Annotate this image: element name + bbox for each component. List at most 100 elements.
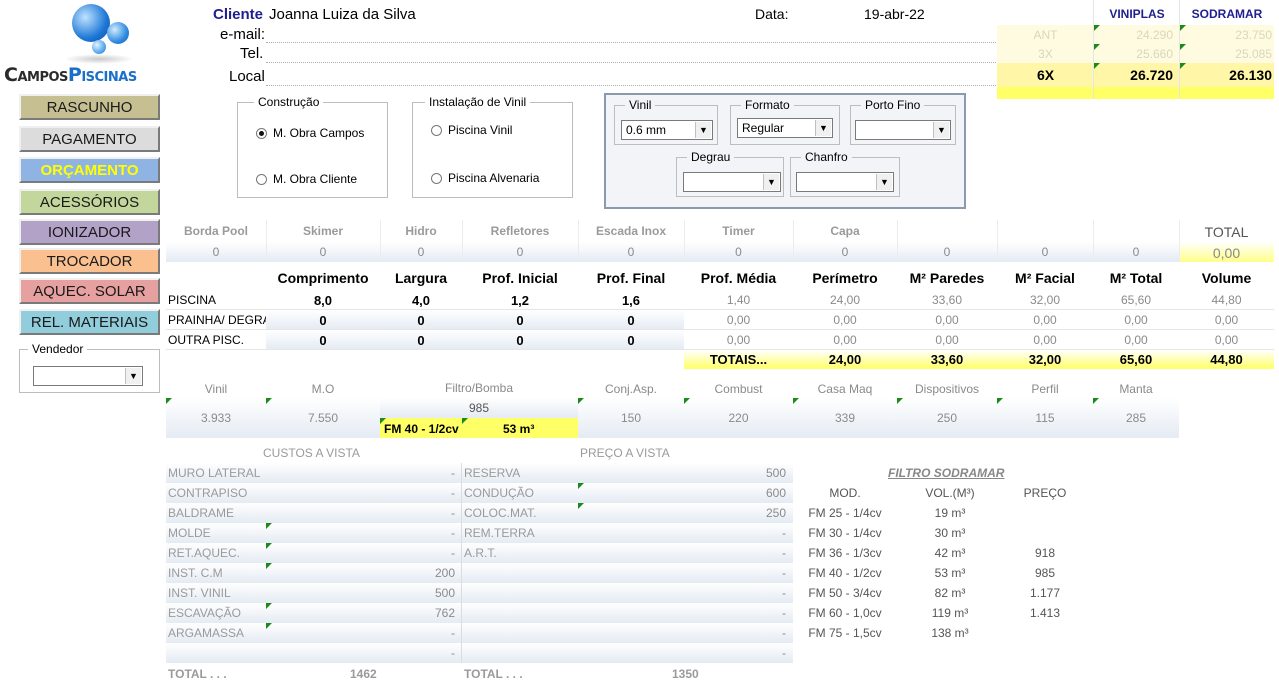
data-value[interactable]: 19-abr-22: [864, 6, 925, 22]
radio-obra-cliente[interactable]: M. Obra Cliente: [256, 172, 357, 186]
dim-cell-outra-pisc-prof-final[interactable]: 0: [578, 330, 684, 350]
dim-cell-piscina-largura[interactable]: 4,0: [380, 290, 462, 310]
filtro-cell: 918: [1034, 546, 1056, 560]
total-perimetro: 24,00: [828, 352, 862, 367]
radio-piscina-vinil[interactable]: Piscina Vinil: [431, 123, 512, 137]
custo-value[interactable]: 200: [266, 566, 455, 580]
custo-label: RET.AQUEC.: [168, 546, 241, 560]
custo-value[interactable]: -: [266, 486, 455, 500]
acc-value-timer[interactable]: 0: [684, 242, 793, 262]
preco-value[interactable]: 600: [578, 486, 786, 500]
degrau-select[interactable]: ▼: [683, 172, 781, 192]
custo-value[interactable]: 762: [266, 606, 455, 620]
dim-cell-outra-pisc-largura[interactable]: 0: [380, 330, 462, 350]
degrau-group: Degrau ▼: [676, 150, 784, 197]
acc-value-extra-2[interactable]: 0: [997, 242, 1093, 262]
vendedor-select[interactable]: ▼: [33, 366, 143, 386]
rascunho-button[interactable]: RASCUNHO: [19, 94, 160, 120]
col-divider: [1179, 220, 1180, 262]
preco-value[interactable]: 500: [578, 466, 786, 480]
comp-value-mo[interactable]: 7.550: [266, 398, 380, 438]
acc-value-hidro[interactable]: 0: [380, 242, 462, 262]
comp-value-vinil[interactable]: 3.933: [166, 398, 266, 438]
chevron-down-icon[interactable]: ▼: [763, 174, 779, 190]
radio-icon[interactable]: [256, 173, 267, 185]
acc-value-extra-1[interactable]: 0: [897, 242, 997, 262]
radio-icon[interactable]: [431, 172, 442, 184]
radio-piscina-alvenaria[interactable]: Piscina Alvenaria: [431, 171, 539, 185]
dim-cell-outra-pisc-prof-inicial[interactable]: 0: [462, 330, 578, 350]
radio-obra-campos[interactable]: M. Obra Campos: [256, 126, 364, 140]
custo-value[interactable]: -: [266, 506, 455, 520]
comp-value-perfil[interactable]: 115: [997, 398, 1093, 438]
comp-value-dispositivos[interactable]: 250: [897, 398, 997, 438]
dim-cell-prainha-prof-final[interactable]: 0: [578, 310, 684, 330]
acc-value-skimer[interactable]: 0: [266, 242, 380, 262]
comment-marker: [1094, 44, 1100, 50]
comp-header-mo: M.O: [311, 382, 335, 396]
dim-cell-piscina-prof-final[interactable]: 1,6: [578, 290, 684, 310]
custo-value[interactable]: -: [266, 466, 455, 480]
acc-value-capa[interactable]: 0: [793, 242, 897, 262]
cliente-label: Cliente: [213, 6, 264, 23]
preco-value[interactable]: 250: [578, 506, 786, 520]
dim-cell-prainha-largura[interactable]: 0: [380, 310, 462, 330]
vinil-legend: Vinil: [625, 98, 656, 112]
orcamento-button[interactable]: ORÇAMENTO: [19, 157, 160, 183]
comp-header-conj-asp: Conj.Asp.: [604, 382, 658, 396]
logo-ball-icon: [107, 22, 129, 44]
filtro-model: FM 40 - 1/2cv: [384, 422, 459, 436]
preco-label: RESERVA: [464, 466, 521, 480]
acc-value-escada-inox[interactable]: 0: [578, 242, 684, 262]
radio-icon[interactable]: [256, 127, 267, 139]
acc-value-borda-pool[interactable]: 0: [166, 242, 266, 262]
dim-cell-piscina-prof-inicial[interactable]: 1,2: [462, 290, 578, 310]
local-field[interactable]: [266, 67, 996, 86]
dim-cell-prainha-prof-inicial[interactable]: 0: [462, 310, 578, 330]
acc-value-refletores[interactable]: 0: [462, 242, 578, 262]
comp-value-manta[interactable]: 285: [1093, 398, 1179, 438]
custo-value[interactable]: -: [266, 526, 455, 540]
chevron-down-icon[interactable]: ▼: [933, 122, 949, 138]
aquec-solar-button[interactable]: AQUEC. SOLAR: [19, 278, 160, 304]
trocador-button[interactable]: TROCADOR: [19, 248, 160, 274]
comp-value-casa-maq[interactable]: 339: [793, 398, 897, 438]
preco-value[interactable]: -: [578, 566, 786, 580]
email-field[interactable]: [266, 26, 996, 43]
formato-select[interactable]: Regular ▼: [737, 118, 833, 138]
rel-materiais-button[interactable]: REL. MATERIAIS: [19, 309, 160, 335]
chanfro-select[interactable]: ▼: [796, 172, 894, 192]
custo-value[interactable]: -: [266, 546, 455, 560]
acessorios-button[interactable]: ACESSÓRIOS: [19, 189, 160, 215]
comp-value-filtro-bomba[interactable]: 985: [380, 398, 578, 418]
chevron-down-icon[interactable]: ▼: [876, 174, 892, 190]
comp-value-conj-asp[interactable]: 150: [578, 398, 684, 438]
price-col-header-viniplas: VINIPLAS: [1109, 7, 1165, 21]
pagamento-button[interactable]: PAGAMENTO: [19, 126, 160, 152]
acc-value-total[interactable]: 0,00: [1179, 242, 1274, 262]
custo-value[interactable]: 500: [266, 586, 455, 600]
dim-cell-prainha-comprimento[interactable]: 0: [266, 310, 380, 330]
cliente-value[interactable]: Joanna Luiza da Silva: [269, 6, 416, 23]
chevron-down-icon[interactable]: ▼: [695, 122, 711, 138]
vinil-select[interactable]: 0.6 mm ▼: [621, 120, 713, 140]
preco-value[interactable]: -: [578, 546, 786, 560]
chevron-down-icon[interactable]: ▼: [815, 120, 831, 136]
preco-value[interactable]: -: [578, 526, 786, 540]
tel-field[interactable]: [266, 45, 996, 63]
ionizador-button[interactable]: IONIZADOR: [19, 219, 160, 245]
chevron-down-icon[interactable]: ▼: [125, 368, 141, 384]
radio-icon[interactable]: [431, 124, 442, 136]
preco-value[interactable]: -: [578, 606, 786, 620]
comp-value-combust[interactable]: 220: [684, 398, 793, 438]
dim-cell-outra-pisc-comprimento[interactable]: 0: [266, 330, 380, 350]
preco-value[interactable]: -: [578, 646, 786, 660]
custo-value[interactable]: -: [266, 646, 455, 660]
custo-value[interactable]: -: [266, 626, 455, 640]
preco-value[interactable]: -: [578, 626, 786, 640]
acc-header-skimer: Skimer: [302, 224, 344, 238]
acc-value-extra-3[interactable]: 0: [1093, 242, 1179, 262]
preco-value[interactable]: -: [578, 586, 786, 600]
porto-fino-select[interactable]: ▼: [855, 120, 951, 140]
dim-cell-piscina-comprimento[interactable]: 8,0: [266, 290, 380, 310]
